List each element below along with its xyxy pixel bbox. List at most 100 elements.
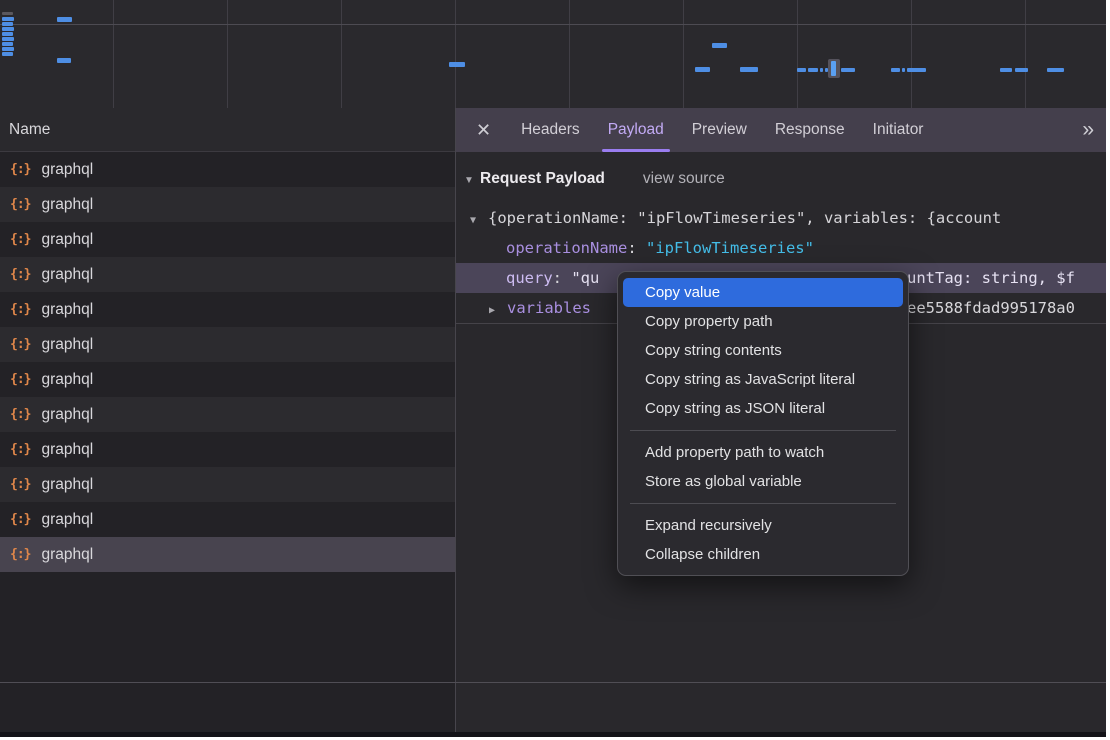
tab-headers[interactable]: Headers <box>507 108 594 152</box>
menu-item-expand-recursively[interactable]: Expand recursively <box>623 511 903 540</box>
waterfall-bar <box>57 17 72 22</box>
request-name-label: graphql <box>41 502 93 537</box>
waterfall-bar <box>831 61 836 76</box>
json-request-icon: {:} <box>10 222 30 257</box>
waterfall-bar <box>841 68 855 72</box>
request-name-label: graphql <box>41 257 93 292</box>
property-value-end-fragment: untTag: string, $f <box>907 263 1075 293</box>
request-name-label: graphql <box>41 362 93 397</box>
menu-item-collapse-children[interactable]: Collapse children <box>623 540 903 569</box>
request-row[interactable]: {:} graphql <box>0 222 455 257</box>
json-request-icon: {:} <box>10 397 30 432</box>
request-row[interactable]: {:} graphql <box>0 292 455 327</box>
timeline-gridline <box>227 0 228 108</box>
tab-preview[interactable]: Preview <box>678 108 761 152</box>
timeline-gridline <box>569 0 570 108</box>
expand-icon[interactable]: ▶ <box>489 296 507 323</box>
timeline-gridline <box>341 0 342 108</box>
payload-operationname-row[interactable]: operationName: "ipFlowTimeseries" <box>456 233 1106 263</box>
section-title: Request Payload <box>480 170 605 187</box>
menu-item-copy-string-contents[interactable]: Copy string contents <box>623 336 903 365</box>
json-request-icon: {:} <box>10 537 30 572</box>
request-name-label: graphql <box>41 327 93 362</box>
request-row[interactable]: {:} graphql <box>0 502 455 537</box>
waterfall-bar <box>2 12 13 15</box>
waterfall-bar <box>808 68 818 72</box>
waterfall-bar <box>1047 68 1064 72</box>
requests-name-column-header[interactable]: Name <box>0 108 455 152</box>
request-row-selected[interactable]: {:}graphql <box>0 537 455 572</box>
property-key: query <box>506 269 553 287</box>
request-name-label: graphql <box>41 152 93 187</box>
timeline-gridline <box>797 0 798 108</box>
request-name-label: graphql <box>41 432 93 467</box>
timeline-gridline <box>911 0 912 108</box>
tab-response[interactable]: Response <box>761 108 859 152</box>
waterfall-bar <box>1015 68 1028 72</box>
request-row[interactable]: {:} graphql <box>0 152 455 187</box>
request-payload-section-header[interactable]: ▼Request Payload view source <box>456 165 1106 193</box>
waterfall-bar <box>902 68 905 72</box>
json-request-icon: {:} <box>10 152 30 187</box>
waterfall-bar <box>2 17 14 21</box>
menu-item-copy-string-as-json-literal[interactable]: Copy string as JSON literal <box>623 394 903 423</box>
menu-item-copy-string-as-javascript-literal[interactable]: Copy string as JavaScript literal <box>623 365 903 394</box>
request-row[interactable]: {:} graphql <box>0 397 455 432</box>
waterfall-bar <box>820 68 823 72</box>
tab-initiator[interactable]: Initiator <box>859 108 938 152</box>
requests-list: {:} graphql {:} graphql {:} graphql {:} graphql… <box>0 152 455 572</box>
waterfall-bar <box>2 22 13 26</box>
payload-root-row[interactable]: ▼{operationName: "ipFlowTimeseries", var… <box>456 203 1106 233</box>
json-request-icon: {:} <box>10 187 30 222</box>
json-request-icon: {:} <box>10 327 30 362</box>
key-value-separator: : <box>627 239 646 257</box>
context-menu: Copy valueCopy property pathCopy string … <box>617 271 909 576</box>
menu-item-add-property-path-to-watch[interactable]: Add property path to watch <box>623 438 903 467</box>
menu-separator <box>630 430 896 431</box>
request-name-label: graphql <box>41 222 93 257</box>
waterfall-bar <box>695 67 710 72</box>
request-row[interactable]: {:} graphql <box>0 327 455 362</box>
waterfall-bar <box>907 68 926 72</box>
close-icon[interactable]: ✕ <box>456 120 507 141</box>
waterfall-bar <box>2 27 14 31</box>
request-row[interactable]: {:} graphql <box>0 257 455 292</box>
network-requests-panel: Name {:}graphql{:}graphql{:}graphql{:}gr… <box>0 108 456 732</box>
object-preview-fragment: ee5588fdad995178a0 <box>907 293 1075 323</box>
json-request-icon: {:} <box>10 502 30 537</box>
request-name-label: graphql <box>41 397 93 432</box>
request-name-label: graphql <box>41 292 93 327</box>
details-tabs: HeadersPayloadPreviewResponseInitiator <box>507 108 937 152</box>
waterfall-bar <box>2 37 14 41</box>
request-row[interactable]: {:}graphql <box>0 467 455 502</box>
json-request-icon: {:} <box>10 257 30 292</box>
tab-payload[interactable]: Payload <box>594 108 678 152</box>
request-row[interactable]: {:} graphql <box>0 432 455 467</box>
waterfall-bar <box>1000 68 1012 72</box>
request-row[interactable]: {:} graphql <box>0 187 455 222</box>
details-tab-bar: ✕ HeadersPayloadPreviewResponseInitiator… <box>456 108 1106 152</box>
json-request-icon: {:} <box>10 292 30 327</box>
expand-collapse-icon[interactable]: ▼ <box>470 206 488 233</box>
waterfall-bar <box>57 58 71 63</box>
property-key: variables <box>507 299 591 317</box>
request-name-label: graphql <box>41 187 93 222</box>
menu-item-store-as-global-variable[interactable]: Store as global variable <box>623 467 903 496</box>
waterfall-bar <box>712 43 727 48</box>
window-bottom-edge <box>0 732 1106 737</box>
section-collapse-icon[interactable]: ▼ <box>464 167 480 195</box>
menu-item-copy-value[interactable]: Copy value <box>623 278 903 307</box>
view-source-link[interactable]: view source <box>643 170 725 187</box>
menu-item-copy-property-path[interactable]: Copy property path <box>623 307 903 336</box>
timeline-gridline <box>455 0 456 108</box>
timeline-gridline <box>1025 0 1026 108</box>
network-overview-timeline[interactable] <box>0 0 1106 108</box>
waterfall-bar <box>2 47 14 51</box>
json-request-icon: {:} <box>10 432 30 467</box>
more-tabs-icon[interactable]: » <box>1082 118 1092 142</box>
waterfall-bar <box>2 52 13 56</box>
property-value: "ipFlowTimeseries" <box>646 239 814 257</box>
waterfall-bar <box>891 68 900 72</box>
request-row[interactable]: {:}graphql <box>0 362 455 397</box>
waterfall-bar <box>2 32 13 36</box>
